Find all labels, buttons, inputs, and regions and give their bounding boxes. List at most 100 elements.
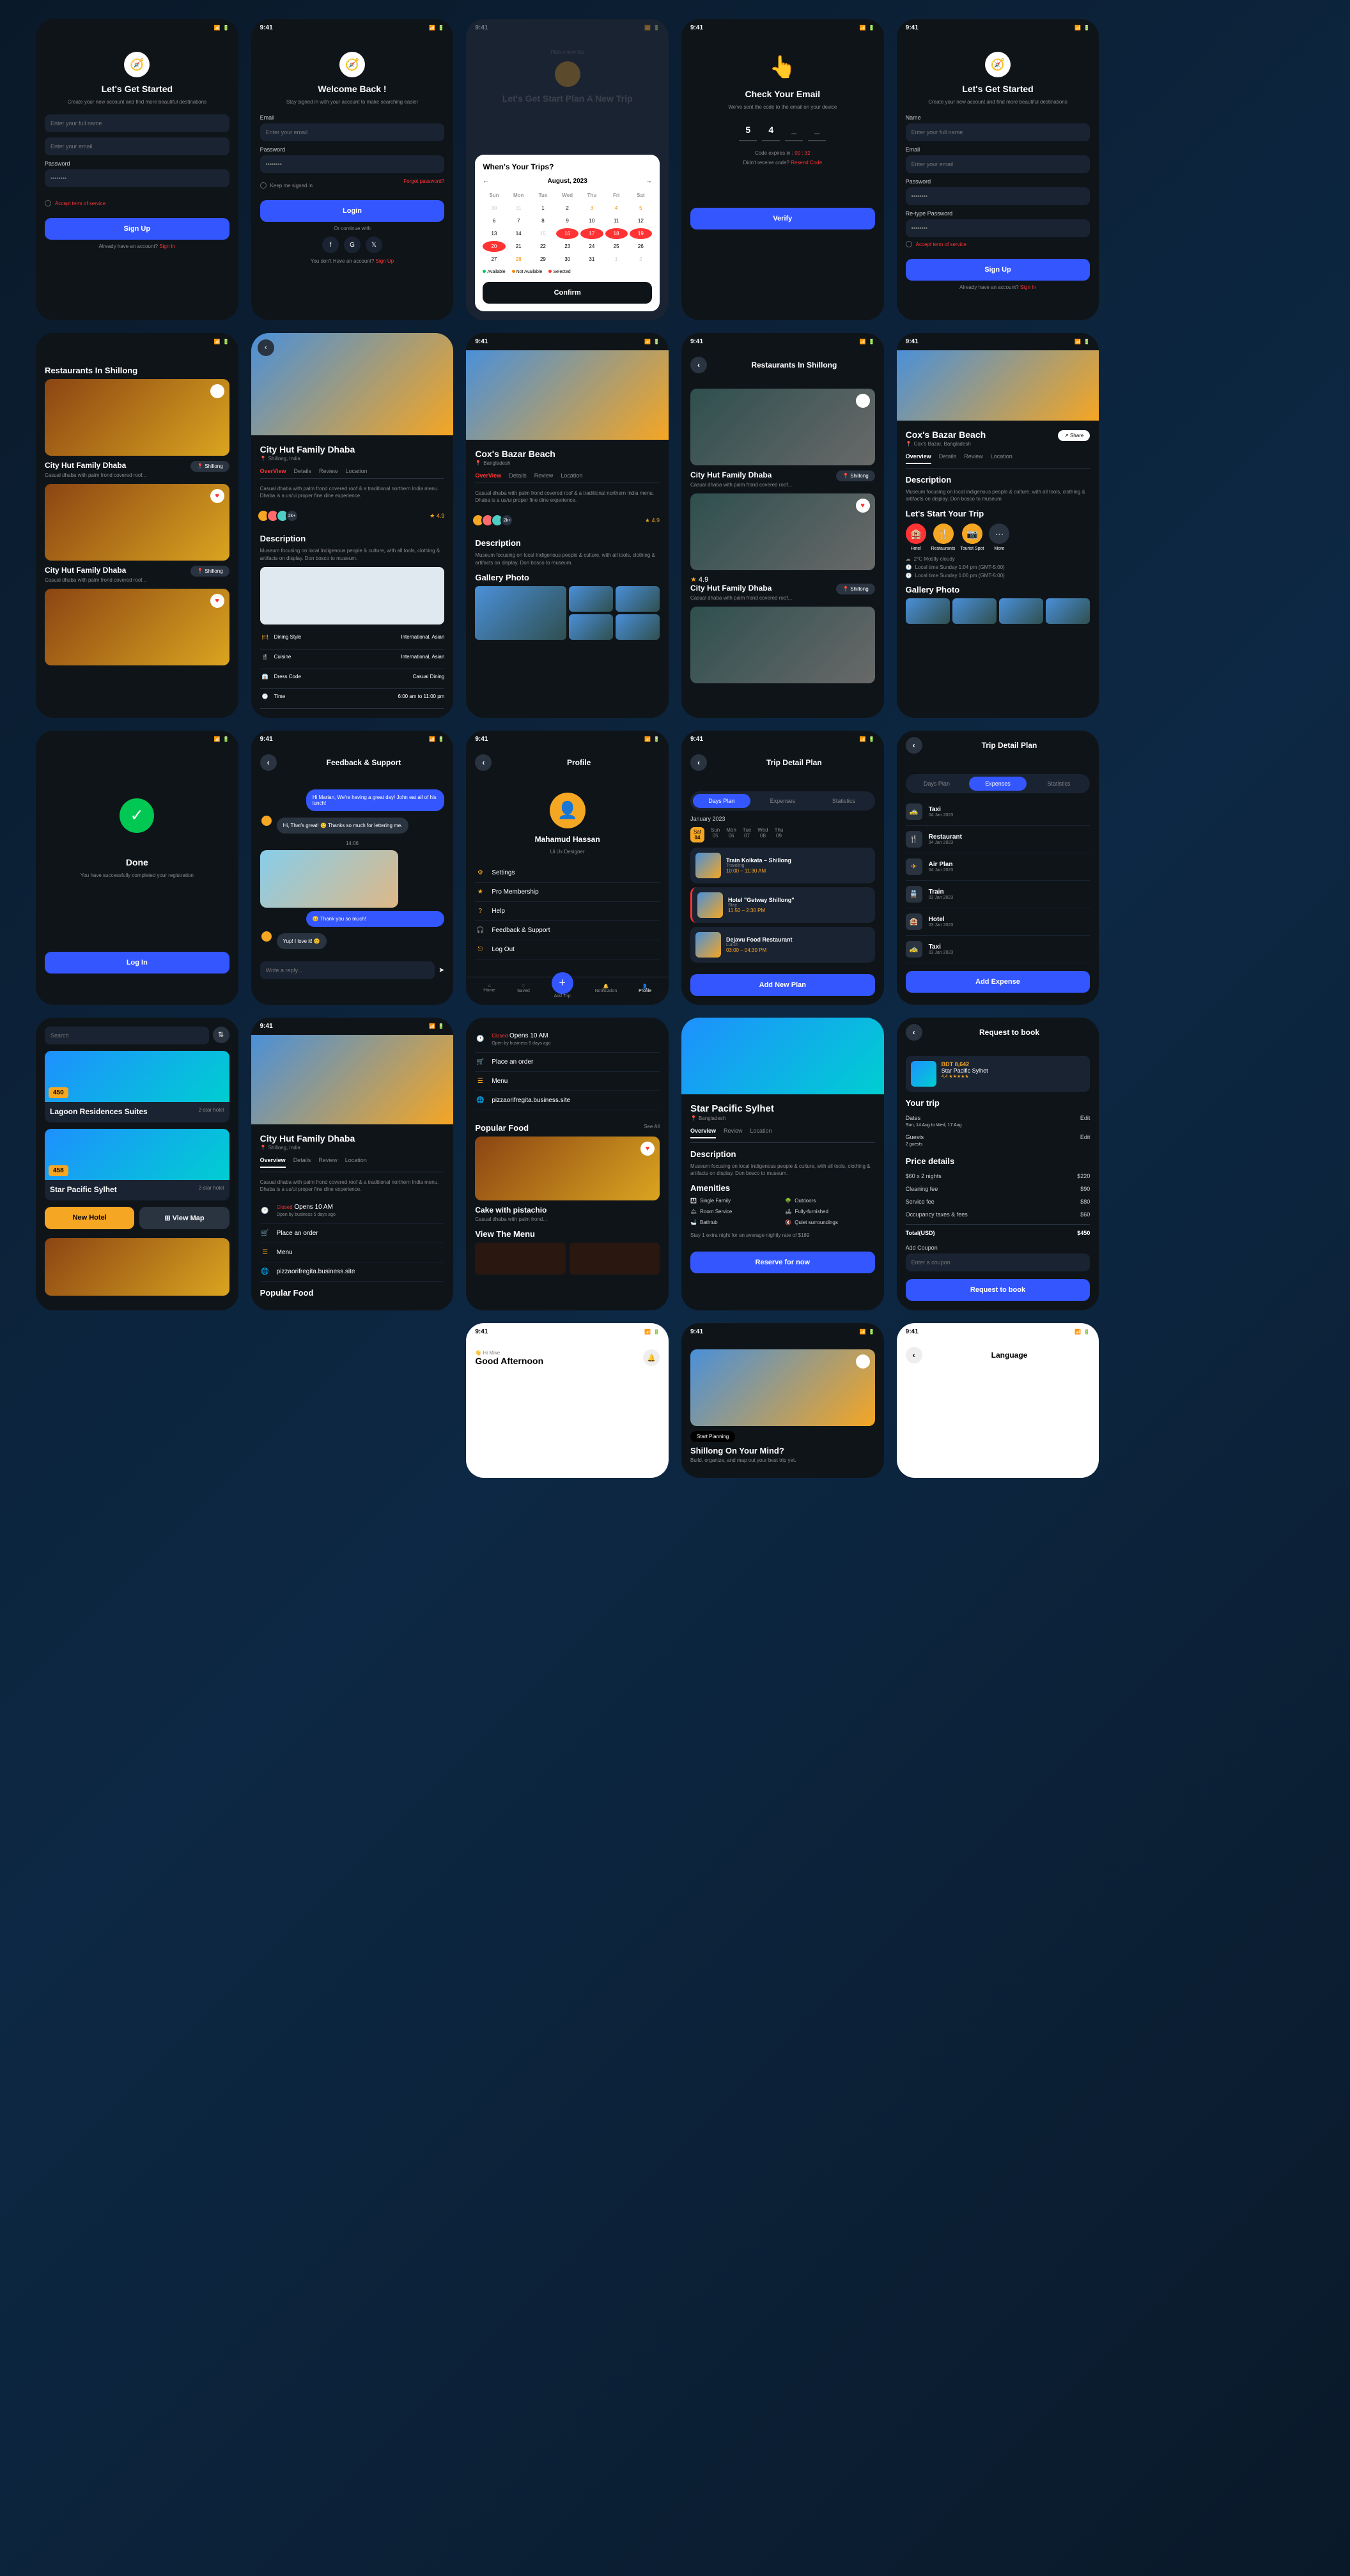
google-icon[interactable]: G <box>344 237 361 253</box>
add-trip-button[interactable]: + <box>552 972 573 994</box>
search-input[interactable] <box>45 1027 209 1044</box>
back-icon[interactable]: ‹ <box>260 754 277 771</box>
password-input[interactable] <box>906 187 1090 205</box>
email-input[interactable] <box>45 137 229 155</box>
back-icon[interactable]: ‹ <box>690 754 707 771</box>
password-input[interactable] <box>45 169 229 187</box>
menu-pro[interactable]: ★Pro Membership <box>475 883 660 902</box>
bell-icon: 🔔 <box>595 984 617 989</box>
taxi-icon: 🚕 <box>906 803 922 820</box>
outdoor-icon: 🌳 <box>785 1198 791 1204</box>
message-input[interactable] <box>260 961 435 979</box>
signin-link[interactable]: Sign In <box>159 244 175 249</box>
screen-star-pacific: Star Pacific Sylhet 📍Bangladesh Overview… <box>681 1018 884 1310</box>
login-button[interactable]: Log In <box>45 952 229 974</box>
favorite-icon[interactable]: ♡ <box>210 384 224 398</box>
menu-help[interactable]: ?Help <box>475 902 660 921</box>
email-input[interactable] <box>260 123 445 141</box>
expense-item[interactable]: 🚕Taxi04 Jan 2023 <box>906 798 1090 826</box>
nav-profile[interactable]: 👤Profile <box>639 984 651 998</box>
share-button[interactable]: ↗ Share <box>1058 430 1090 441</box>
coupon-input[interactable] <box>906 1253 1090 1271</box>
pin-icon: 📍 <box>475 460 481 466</box>
prev-month-icon[interactable]: ← <box>483 178 489 185</box>
category-more[interactable]: ⋯More <box>989 524 1009 551</box>
back-icon[interactable]: ‹ <box>690 357 707 373</box>
back-icon[interactable]: ‹ <box>906 1347 922 1363</box>
tab-review[interactable]: Review <box>319 468 338 474</box>
clock-icon: 🕐 <box>906 564 912 570</box>
tab-overview[interactable]: OverView <box>260 468 286 474</box>
forgot-link[interactable]: Forgot password? <box>403 178 444 192</box>
menu-feedback[interactable]: 🎧Feedback & Support <box>475 921 660 940</box>
reserve-button[interactable]: Reserve for now <box>690 1252 875 1273</box>
resend-link[interactable]: Resend Code <box>791 160 822 166</box>
tab-expenses[interactable]: Expenses <box>969 777 1027 791</box>
category-restaurants[interactable]: 🍴Restaurants <box>931 524 956 551</box>
back-icon[interactable]: ‹ <box>906 737 922 754</box>
tab-details[interactable]: Details <box>294 468 312 474</box>
new-hotel-button[interactable]: New Hotel <box>45 1207 134 1229</box>
edit-link[interactable]: Edit <box>1080 1134 1090 1147</box>
message-image[interactable] <box>260 850 399 908</box>
back-icon[interactable]: ‹ <box>906 1024 922 1041</box>
name-input[interactable] <box>906 123 1090 141</box>
tab-expenses[interactable]: Expenses <box>754 794 812 808</box>
clock-icon: 🕐 <box>475 1036 485 1043</box>
avatar[interactable]: 👤 <box>550 793 586 828</box>
tab-location[interactable]: Location <box>346 468 368 474</box>
restaurant-image[interactable]: ♡ <box>45 379 229 456</box>
edit-link[interactable]: Edit <box>1080 1115 1090 1128</box>
login-button[interactable]: Login <box>260 200 445 222</box>
see-all-link[interactable]: See All <box>644 1124 660 1129</box>
password-input[interactable] <box>260 155 445 173</box>
menu-settings[interactable]: ⚙Settings <box>475 864 660 883</box>
signup-button[interactable]: Sign Up <box>906 259 1090 281</box>
order-button[interactable]: 🛒Place an order <box>260 1224 445 1243</box>
screen-detail-cox: 9:41📶🔋 Cox's Bazar Beach 📍Bangladesh Ove… <box>466 333 669 718</box>
tab-days-plan[interactable]: Days Plan <box>693 794 750 808</box>
category-tourist[interactable]: 📷Tourist Spot <box>960 524 984 551</box>
add-expense-button[interactable]: Add Expense <box>906 971 1090 993</box>
category-hotel[interactable]: 🏨Hotel <box>906 524 926 551</box>
favorite-icon[interactable]: ♥ <box>210 489 224 503</box>
menu-button[interactable]: ☰Menu <box>260 1243 445 1262</box>
request-book-button[interactable]: Request to book <box>906 1279 1090 1301</box>
email-input[interactable] <box>906 155 1090 173</box>
screen-restaurant-list-2: 9:41📶🔋 ‹Restaurants In Shillong ♡ City H… <box>681 333 884 718</box>
notification-icon[interactable]: 🔔 <box>643 1349 660 1366</box>
screen-home: 9:41📶🔋 👋 Hi MikeGood Afternoon 🔔 <box>466 1323 669 1478</box>
verify-button[interactable]: Verify <box>690 208 875 229</box>
filter-icon[interactable]: ⇅ <box>213 1027 229 1043</box>
back-icon[interactable]: ‹ <box>475 754 492 771</box>
otp-digit[interactable]: 5 <box>739 120 757 141</box>
nav-home[interactable]: ⌂Home <box>483 984 495 998</box>
name-input[interactable] <box>45 114 229 132</box>
add-plan-button[interactable]: Add New Plan <box>690 974 875 996</box>
repassword-input[interactable] <box>906 219 1090 237</box>
screen-feedback: 9:41📶🔋 ‹Feedback & Support Hi Marian, We… <box>251 731 454 1005</box>
next-month-icon[interactable]: → <box>646 178 652 185</box>
menu-logout[interactable]: ⎋Log Out <box>475 940 660 959</box>
signup-link[interactable]: Sign Up <box>376 258 394 264</box>
nav-notification[interactable]: 🔔Notification <box>595 984 617 998</box>
plan-item[interactable]: Train Kolkata – ShillongTraveling10:00 –… <box>690 848 875 883</box>
view-map-button[interactable]: ⊞ View Map <box>139 1207 229 1229</box>
app-logo: 🧭 <box>124 52 150 77</box>
tourist-icon: 📷 <box>962 524 982 544</box>
send-icon[interactable]: ➤ <box>438 966 444 974</box>
bathtub-icon: 🛁 <box>690 1220 697 1225</box>
tab-statistics[interactable]: Statistics <box>815 794 873 808</box>
calendar-day[interactable]: 16 <box>556 228 578 239</box>
day-selected[interactable]: Sat04 <box>690 827 704 842</box>
nav-saved[interactable]: ♡Saved <box>517 984 530 998</box>
signup-button[interactable]: Sign Up <box>45 218 229 240</box>
map-view[interactable] <box>260 567 445 625</box>
hotel-card[interactable]: 450 Lagoon Residences Suites2-star hotel <box>45 1051 229 1122</box>
start-planning-chip[interactable]: Start Planning <box>690 1431 735 1442</box>
facebook-icon[interactable]: f <box>322 237 339 253</box>
screen-language: 9:41📶🔋 ‹Language <box>897 1323 1099 1478</box>
twitter-icon[interactable]: 𝕏 <box>366 237 382 253</box>
back-icon[interactable]: ‹ <box>258 339 274 356</box>
confirm-button[interactable]: Confirm <box>483 282 652 304</box>
